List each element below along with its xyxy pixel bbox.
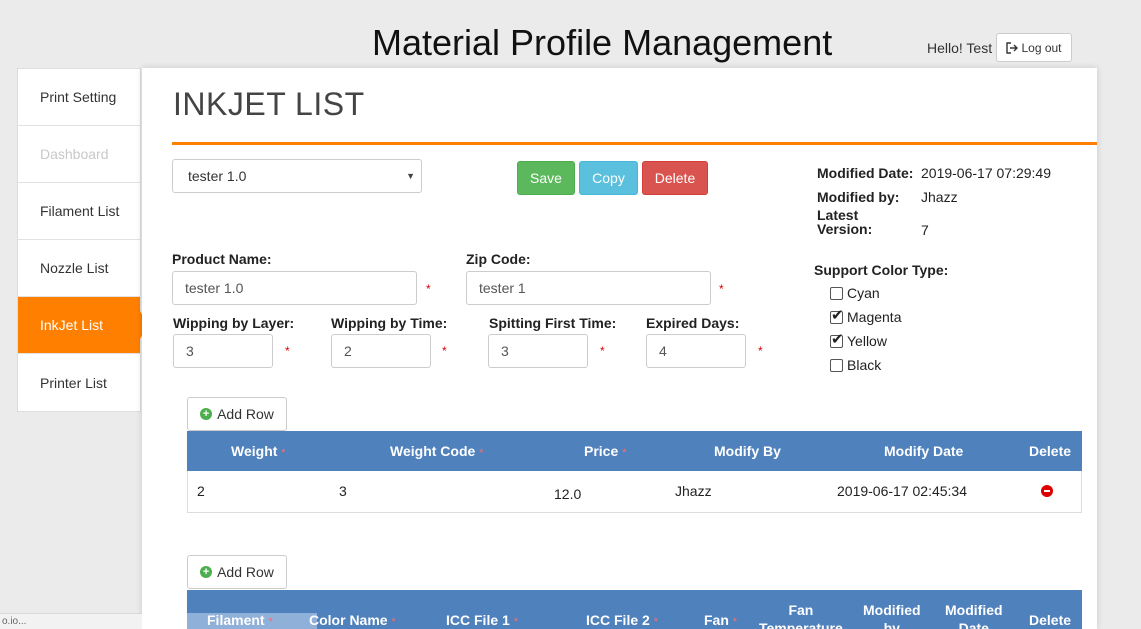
sidebar-item-dashboard: Dashboard — [18, 126, 140, 183]
spitting-input[interactable]: 3 — [488, 334, 588, 368]
wipping-time-label: Wipping by Time: — [331, 315, 448, 331]
weight-table: Weight * Weight Code * Price * Modify By… — [187, 431, 1082, 513]
spitting-label: Spitting First Time: — [489, 315, 617, 331]
column-header-modify-by: Modify By — [714, 443, 781, 459]
page-title: INKJET LIST — [173, 86, 365, 122]
modified-by-label: Modified by: — [817, 189, 900, 205]
latest-version-value: 7 — [921, 222, 929, 238]
cell-weight[interactable]: 2 — [197, 483, 205, 499]
add-row-label: Add Row — [217, 564, 274, 580]
modified-date-value: 2019-06-17 07:29:49 — [921, 165, 1051, 181]
expired-days-input[interactable]: 4 — [646, 334, 746, 368]
color-option-label: Black — [847, 357, 882, 373]
column-header-icc-file-2: ICC File 2 * — [586, 612, 658, 628]
sidebar-item-nozzle-list[interactable]: Nozzle List — [18, 240, 140, 297]
color-option-magenta[interactable]: Magenta — [830, 306, 902, 325]
column-header-modify-date: Modify Date — [884, 443, 964, 459]
wipping-layer-label: Wipping by Layer: — [173, 315, 295, 331]
product-name-label: Product Name: — [172, 251, 272, 267]
add-row-label: Add Row — [217, 406, 274, 422]
delete-button[interactable]: Delete — [642, 161, 708, 195]
filament-table-header: Filament * Color Name * ICC File 1 * ICC… — [187, 590, 1082, 629]
cell-price[interactable]: 12.0 — [554, 486, 581, 502]
wipping-layer-input[interactable]: 3 — [173, 334, 273, 368]
logout-icon — [1006, 41, 1019, 54]
column-header-color-name: Color Name * — [309, 612, 396, 628]
column-header-icc-file-1: ICC File 1 * — [446, 612, 518, 628]
copy-button[interactable]: Copy — [579, 161, 638, 195]
zip-code-label: Zip Code: — [466, 251, 531, 267]
checkbox[interactable] — [830, 286, 843, 300]
main-panel: INKJET LIST tester 1.0 ▼ Save Copy Delet… — [142, 68, 1097, 629]
latest-version-label-line2: Version: — [817, 221, 873, 237]
sidebar-item-filament-list[interactable]: Filament List — [18, 183, 140, 240]
column-header-fan-temperature: Fan Temperature — [759, 602, 843, 629]
table-header: Weight * Weight Code * Price * Modify By… — [187, 431, 1082, 471]
latest-version-label-line1: Latest — [817, 207, 859, 223]
checkbox-checked[interactable] — [830, 306, 844, 324]
color-option-cyan[interactable]: Cyan — [830, 285, 880, 301]
product-name-input[interactable]: tester 1.0 — [172, 271, 417, 305]
required-mark: * — [442, 344, 447, 358]
browser-status-bar: o.io... — [0, 613, 142, 629]
table-row: 2 3 12.0 Jhazz 2019-06-17 02:45:34 — [187, 471, 1082, 513]
cell-modify-by: Jhazz — [675, 483, 712, 499]
column-header-modified-date: Modified Date — [945, 602, 1003, 629]
column-header-fan: Fan * — [704, 612, 738, 628]
modified-date-label: Modified Date: — [817, 165, 914, 181]
support-color-type-label: Support Color Type: — [814, 262, 949, 278]
color-option-label: Magenta — [847, 309, 902, 325]
profile-select[interactable]: tester 1.0 ▼ — [172, 159, 422, 193]
checkbox[interactable] — [830, 358, 843, 372]
column-header-delete: Delete — [1029, 443, 1072, 459]
color-option-black[interactable]: Black — [830, 357, 881, 373]
column-header-price: Price * — [584, 443, 627, 459]
cell-modify-date: 2019-06-17 02:45:34 — [837, 483, 967, 499]
logout-label: Log out — [1021, 40, 1062, 55]
title-divider — [172, 142, 1097, 145]
sidebar: Print Setting Dashboard Filament List No… — [17, 68, 148, 412]
color-option-label: Cyan — [847, 285, 880, 301]
zip-code-input[interactable]: tester 1 — [466, 271, 711, 305]
required-mark: * — [285, 344, 290, 358]
plus-circle-icon: + — [200, 566, 213, 578]
required-mark: * — [600, 344, 605, 358]
app-title: Material Profile Management — [372, 22, 833, 63]
latest-version-label: Latest Version: — [817, 208, 872, 236]
modified-by-value: Jhazz — [921, 189, 958, 205]
add-row-button[interactable]: + Add Row — [187, 397, 287, 431]
plus-circle-icon: + — [200, 408, 213, 420]
color-option-label: Yellow — [847, 333, 887, 349]
logout-button[interactable]: Log out — [996, 33, 1072, 62]
expired-days-label: Expired Days: — [646, 315, 740, 331]
delete-row-icon[interactable] — [1041, 485, 1053, 497]
add-row-button-2[interactable]: + Add Row — [187, 555, 287, 589]
wipping-time-input[interactable]: 2 — [331, 334, 431, 368]
sidebar-item-inkjet-list[interactable]: InkJet List — [18, 297, 148, 354]
sidebar-item-printer-list[interactable]: Printer List — [18, 354, 140, 411]
column-header-delete: Delete — [1029, 612, 1072, 628]
required-mark: * — [758, 344, 763, 358]
required-mark: * — [426, 282, 431, 296]
required-mark: * — [719, 282, 724, 296]
save-button[interactable]: Save — [517, 161, 575, 195]
chevron-down-icon: ▼ — [406, 171, 415, 181]
column-header-weight-code: Weight Code * — [390, 443, 484, 459]
profile-select-value: tester 1.0 — [188, 168, 247, 184]
cell-weight-code[interactable]: 3 — [339, 483, 347, 499]
color-option-yellow[interactable]: Yellow — [830, 330, 887, 349]
sidebar-item-print-setting[interactable]: Print Setting — [18, 69, 140, 126]
checkbox-checked[interactable] — [830, 330, 844, 348]
column-header-modified-by: Modified by — [863, 602, 921, 629]
column-header-weight: Weight * — [231, 443, 286, 459]
column-header-filament: Filament * — [207, 612, 273, 628]
user-greeting: Hello! Test — [927, 40, 993, 56]
